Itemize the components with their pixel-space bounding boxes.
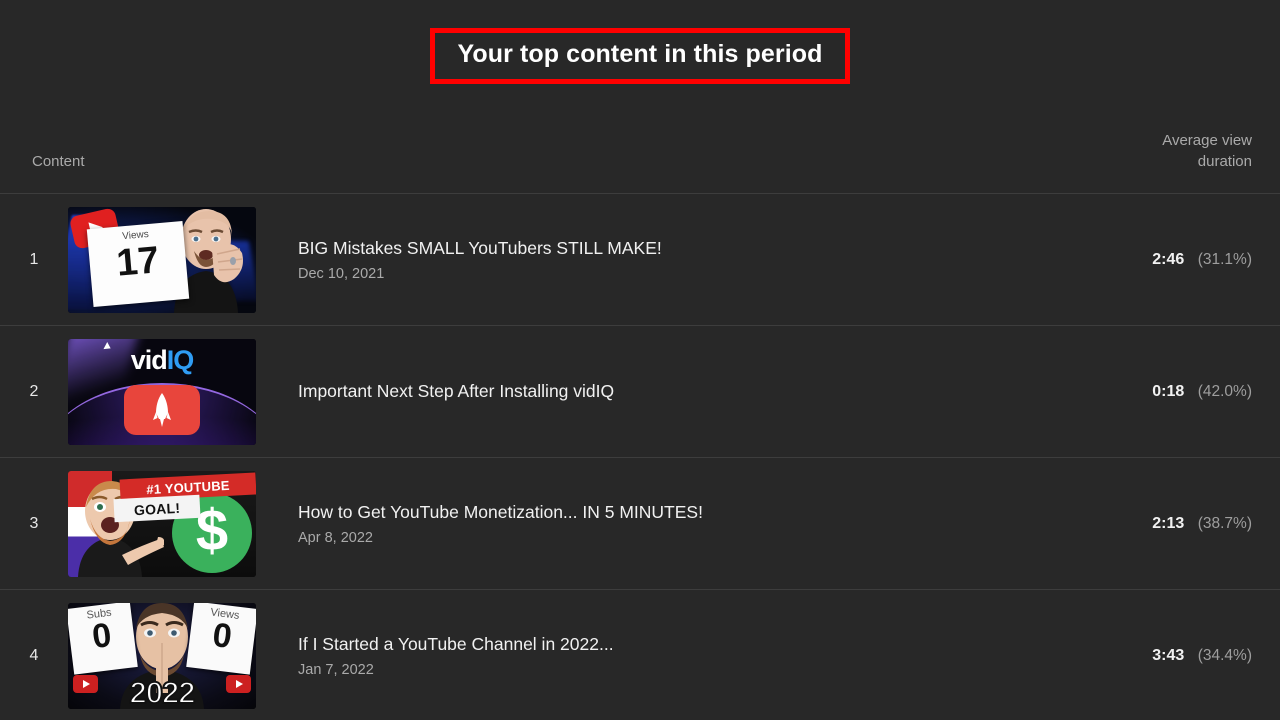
row-metric: 0:18 (42.0%) (1052, 383, 1252, 401)
row-metric: 2:46 (31.1%) (1052, 251, 1252, 269)
average-view-percentage: (42.0%) (1197, 382, 1252, 400)
average-view-duration-value: 3:43 (1152, 646, 1185, 664)
banner-white-text: GOAL! (133, 498, 181, 518)
page-title-container: Your top content in this period (0, 28, 1280, 84)
table-row[interactable]: 2 vidIQ Important Next Step After Instal… (0, 326, 1280, 458)
table-header-row: Content Average view duration (0, 118, 1280, 194)
video-info: Important Next Step After Installing vid… (280, 380, 1052, 403)
video-thumbnail[interactable]: $ #1 YOUTUBE GOAL! (68, 470, 256, 577)
table-row[interactable]: 4 Subs 0 Views 0 2022 If I Started a You… (0, 590, 1280, 720)
average-view-percentage: (34.4%) (1197, 646, 1252, 664)
column-header-line2: duration (1197, 153, 1252, 171)
video-title[interactable]: How to Get YouTube Monetization... IN 5 … (298, 501, 1052, 524)
video-thumbnail[interactable]: vidIQ (68, 338, 256, 445)
row-rank: 3 (29, 514, 39, 532)
video-info: If I Started a YouTube Channel in 2022..… (280, 633, 1052, 679)
table-row[interactable]: 3 $ #1 YOUTUBE GOAL! How to Get YouTube … (0, 458, 1280, 590)
column-header-average-view-duration: Average view duration (1052, 130, 1252, 194)
video-thumbnail[interactable]: Views 17 (68, 206, 256, 313)
video-title[interactable]: BIG Mistakes SMALL YouTubers STILL MAKE! (298, 237, 1052, 260)
video-title[interactable]: Important Next Step After Installing vid… (298, 380, 1052, 403)
average-view-duration-value: 2:13 (1152, 514, 1185, 532)
subs-counter-card: Subs 0 (68, 602, 138, 675)
row-metric: 2:13 (38.7%) (1052, 515, 1252, 533)
vidiq-logo-part2: IQ (166, 344, 194, 375)
video-title[interactable]: If I Started a YouTube Channel in 2022..… (298, 633, 1052, 656)
views-card-number: 17 (114, 238, 161, 285)
video-publish-date: Dec 10, 2021 (298, 266, 385, 283)
video-thumbnail[interactable]: Subs 0 Views 0 2022 (68, 602, 256, 709)
views-counter-card: Views 0 (186, 602, 256, 675)
year-text: 2022 (129, 674, 197, 709)
row-rank: 1 (29, 250, 39, 268)
video-info: How to Get YouTube Monetization... IN 5 … (280, 501, 1052, 547)
thumbnail-cell[interactable]: Views 17 (68, 206, 280, 313)
page-title: Your top content in this period (457, 40, 823, 68)
average-view-duration-value: 2:46 (1152, 250, 1185, 268)
thumbnail-cell[interactable]: Subs 0 Views 0 2022 (68, 602, 280, 709)
row-rank: 2 (29, 382, 39, 400)
average-view-percentage: (31.1%) (1197, 250, 1252, 268)
top-content-table: Content Average view duration 1 Views 17… (0, 118, 1280, 720)
thumbnail-cell[interactable]: $ #1 YOUTUBE GOAL! (68, 470, 280, 577)
banner-red-text: #1 YOUTUBE (145, 476, 231, 497)
dollar-symbol: $ (195, 498, 229, 563)
column-header-content: Content (32, 152, 85, 170)
title-highlight-box: Your top content in this period (430, 28, 850, 84)
video-publish-date: Jan 7, 2022 (298, 662, 374, 679)
vidiq-logo-part1: vid (130, 344, 168, 375)
red-rounded-button (124, 384, 200, 435)
table-row[interactable]: 1 Views 17 BIG Mistakes SMALL YouTubers … (0, 194, 1280, 326)
subs-card-number: 0 (90, 615, 114, 656)
rocket-icon (153, 392, 171, 427)
banner-goal: GOAL! (113, 494, 201, 522)
vidiq-logo: vidIQ (68, 341, 256, 375)
average-view-percentage: (38.7%) (1197, 514, 1252, 532)
analytics-top-content-panel: Your top content in this period Content … (0, 0, 1280, 720)
column-header-line1: Average view (1162, 131, 1252, 149)
average-view-duration-value: 0:18 (1152, 382, 1185, 400)
row-metric: 3:43 (34.4%) (1052, 647, 1252, 665)
video-info: BIG Mistakes SMALL YouTubers STILL MAKE!… (280, 237, 1052, 283)
video-publish-date: Apr 8, 2022 (298, 530, 373, 547)
row-rank: 4 (29, 646, 39, 664)
thumbnail-cell[interactable]: vidIQ (68, 338, 280, 445)
views-counter-card: Views 17 (86, 220, 190, 307)
